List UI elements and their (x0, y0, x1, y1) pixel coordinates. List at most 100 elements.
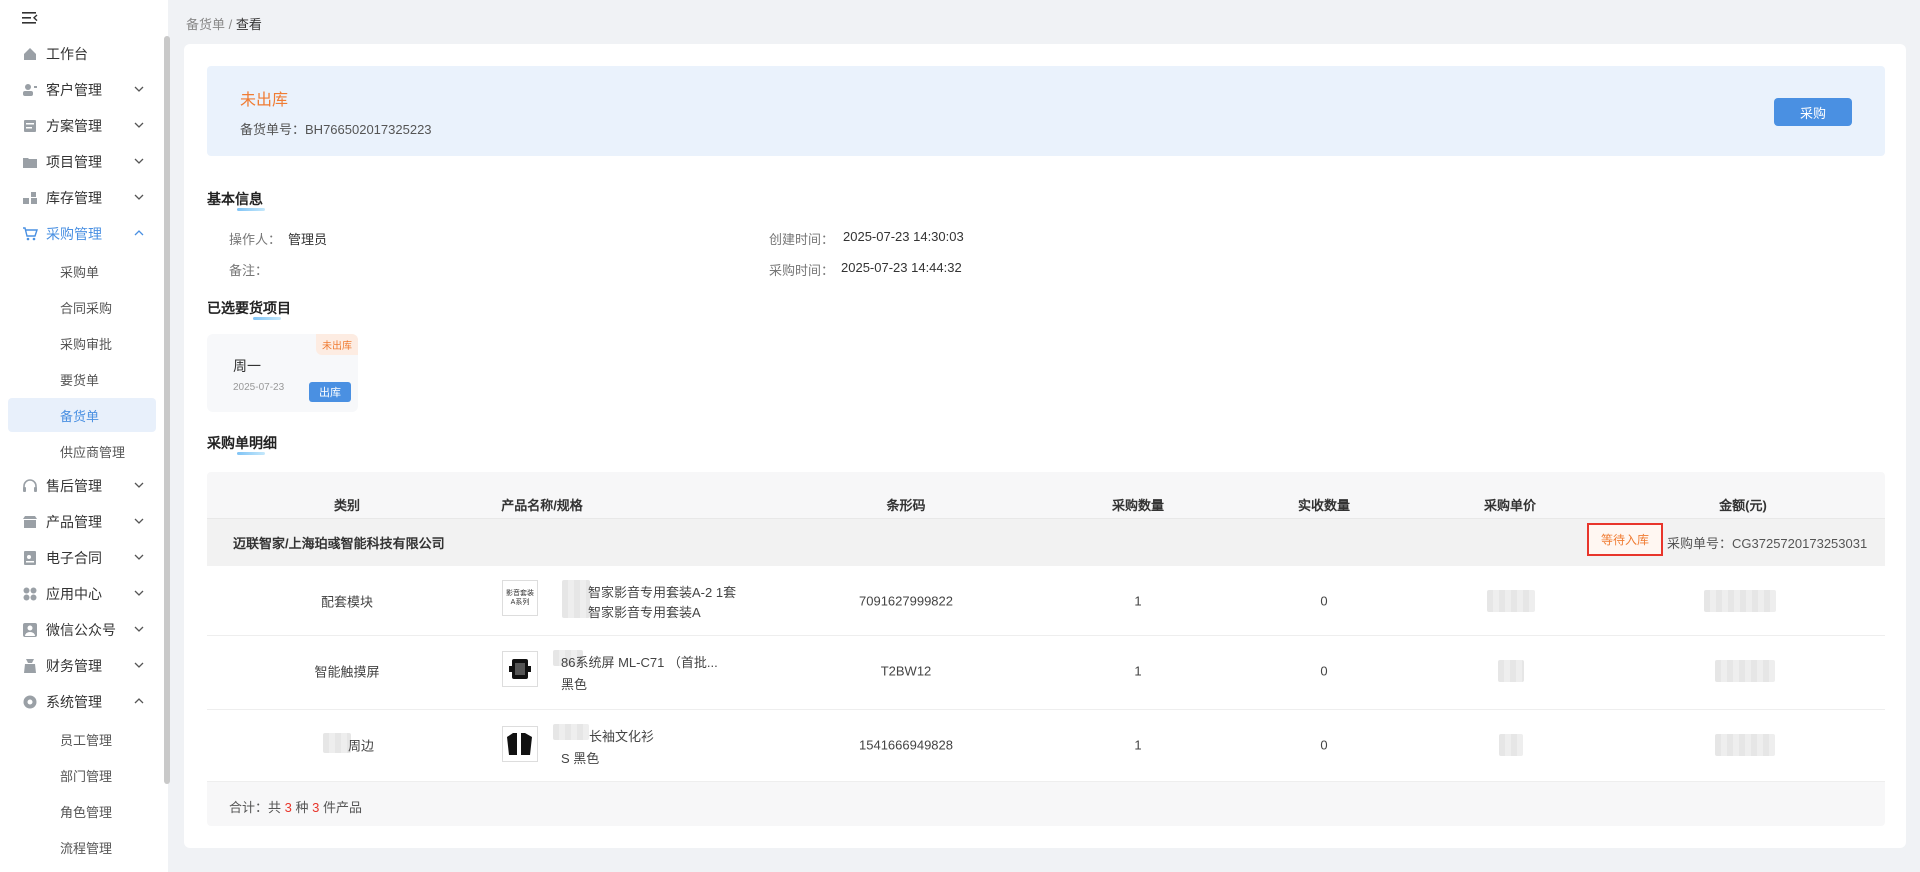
sidebar-item-label: 客户管理 (46, 82, 102, 98)
sidebar-item-dashboard[interactable]: 工作台 (8, 38, 156, 70)
sidebar-item-aftersales[interactable]: 售后管理 (8, 470, 156, 502)
boxes-icon (23, 192, 37, 204)
chevron-down-icon (134, 662, 144, 668)
blurred-amount (1715, 734, 1775, 756)
document-icon (24, 120, 36, 132)
total-suffix: 件产品 (323, 800, 363, 815)
product-name: 长袖文化衫 (589, 729, 655, 744)
blurred-text (553, 724, 589, 740)
chevron-down-icon (134, 518, 144, 524)
blurred-unit-price (1499, 734, 1523, 756)
sidebar-item-appcenter[interactable]: 应用中心 (8, 578, 156, 610)
sidebar-sub-department[interactable]: 部门管理 (8, 758, 156, 792)
users-icon (23, 84, 37, 96)
sidebar-sub-supplier[interactable]: 供应商管理 (8, 434, 156, 468)
table-row (207, 710, 1885, 782)
row-category: 配套模块 (320, 594, 374, 610)
shop-icon (23, 516, 37, 528)
row-purchase-qty: 1 (1134, 663, 1142, 679)
sidebar-item-label: 财务管理 (46, 658, 102, 674)
sidebar-item-products[interactable]: 产品管理 (8, 506, 156, 538)
sidebar-item-wechat[interactable]: 微信公众号 (8, 614, 156, 646)
sidebar-item-purchase[interactable]: 采购管理 (8, 218, 156, 250)
operator-value: 管理员 (288, 232, 328, 247)
section-title-text: 采购单明细 (207, 435, 277, 451)
outbound-button[interactable]: 出库 (309, 382, 351, 402)
project-name: 周一 (233, 358, 261, 374)
sidebar-sub-workflow[interactable]: 流程管理 (8, 830, 156, 864)
cart-icon (23, 227, 38, 241)
total-prefix: 合计：共 (229, 800, 282, 815)
sidebar-item-plans[interactable]: 方案管理 (8, 110, 156, 142)
total-kinds: 3 (284, 800, 292, 815)
purchase-button[interactable]: 采购 (1774, 98, 1852, 126)
blurred-text (562, 580, 590, 618)
sidebar-item-finance[interactable]: 财务管理 (8, 650, 156, 682)
chevron-down-icon (134, 626, 144, 632)
purchase-order-number: 采购单号：CG3725720173253031 (1667, 533, 1867, 552)
project-card[interactable]: 未出库 周一 2025-07-23 出库 (207, 334, 358, 412)
row-purchase-qty: 1 (1134, 593, 1142, 609)
product-thumbnail (502, 726, 538, 762)
title-underline (237, 208, 265, 211)
sidebar-sub-contract-purchase[interactable]: 合同采购 (8, 290, 156, 324)
sidebar-item-label: 电子合同 (46, 550, 102, 566)
stock-order-number-value: BH766502017325223 (305, 122, 432, 137)
sidebar-sub-staff[interactable]: 员工管理 (8, 722, 156, 756)
blurred-amount (1715, 660, 1775, 682)
row-received-qty: 0 (1320, 663, 1328, 679)
home-icon (24, 48, 36, 60)
product-thumbnail: 影音套装 A系列 (502, 580, 538, 616)
sidebar-scrollbar[interactable] (164, 36, 170, 784)
pending-inbound-badge[interactable]: 等待入库 (1587, 523, 1663, 556)
chevron-up-icon (134, 230, 144, 236)
row-received-qty: 0 (1320, 593, 1328, 609)
sidebar-item-label: 售后管理 (46, 478, 102, 494)
sidebar-item-label: 库存管理 (46, 190, 102, 206)
sidebar: 工作台 客户管理 方案管理 项目管理 库存管理 采购管理 采购单 合同采购 采购… (0, 0, 170, 872)
row-barcode: T2BW12 (880, 663, 932, 679)
product-spec: S 黑色 (561, 751, 600, 766)
column-header-received-qty: 实收数量 (1297, 498, 1351, 513)
sidebar-item-label: 应用中心 (46, 586, 102, 602)
sidebar-item-econtract[interactable]: 电子合同 (8, 542, 156, 574)
blurred-amount (1704, 590, 1776, 612)
row-purchase-qty: 1 (1134, 737, 1142, 753)
sidebar-sub-purchase-approval[interactable]: 采购审批 (8, 326, 156, 360)
finance-icon (24, 659, 36, 673)
sidebar-sub-purchase-order[interactable]: 采购单 (8, 254, 156, 288)
chevron-down-icon (134, 86, 144, 92)
headset-icon (23, 479, 37, 492)
sidebar-sub-role[interactable]: 角色管理 (8, 794, 156, 828)
detail-title: 采购单明细 (207, 433, 277, 455)
sidebar-sub-stock-order[interactable]: 备货单 (8, 398, 156, 432)
thumbnail-text: 影音套装 A系列 (506, 590, 534, 606)
breadcrumb-parent[interactable]: 备货单 (186, 17, 225, 32)
touchscreen-image-icon (509, 659, 531, 679)
sidebar-item-customers[interactable]: 客户管理 (8, 74, 156, 106)
apps-icon (23, 587, 37, 601)
chevron-down-icon (134, 554, 144, 560)
table-total: 合计：共 3 种 3 件产品 (229, 797, 362, 816)
sidebar-item-inventory[interactable]: 库存管理 (8, 182, 156, 214)
sidebar-item-label: 项目管理 (46, 154, 102, 170)
project-status-badge: 未出库 (316, 334, 358, 355)
chevron-down-icon (134, 122, 144, 128)
sidebar-item-system[interactable]: 系统管理 (8, 686, 156, 718)
wechat-icon (23, 623, 37, 637)
column-header-unit-price: 采购单价 (1483, 498, 1537, 513)
sidebar-item-label: 系统管理 (46, 694, 102, 710)
menu-collapse-icon[interactable] (20, 8, 40, 28)
status-title: 未出库 (240, 92, 289, 109)
sidebar-item-projects[interactable]: 项目管理 (8, 146, 156, 178)
column-header-purchase-qty: 采购数量 (1111, 498, 1165, 513)
settings-icon (23, 695, 37, 709)
folder-icon (23, 158, 37, 168)
sidebar-sub-requisition[interactable]: 要货单 (8, 362, 156, 396)
chevron-down-icon (134, 590, 144, 596)
product-name: 86系统屏 ML-C71 （首批... (561, 655, 718, 670)
purchase-time-value: 2025-07-23 14:44:32 (841, 260, 962, 275)
po-value: CG3725720173253031 (1732, 536, 1868, 551)
sidebar-item-label: 产品管理 (46, 514, 102, 530)
remark-label: 备注： (229, 263, 269, 278)
